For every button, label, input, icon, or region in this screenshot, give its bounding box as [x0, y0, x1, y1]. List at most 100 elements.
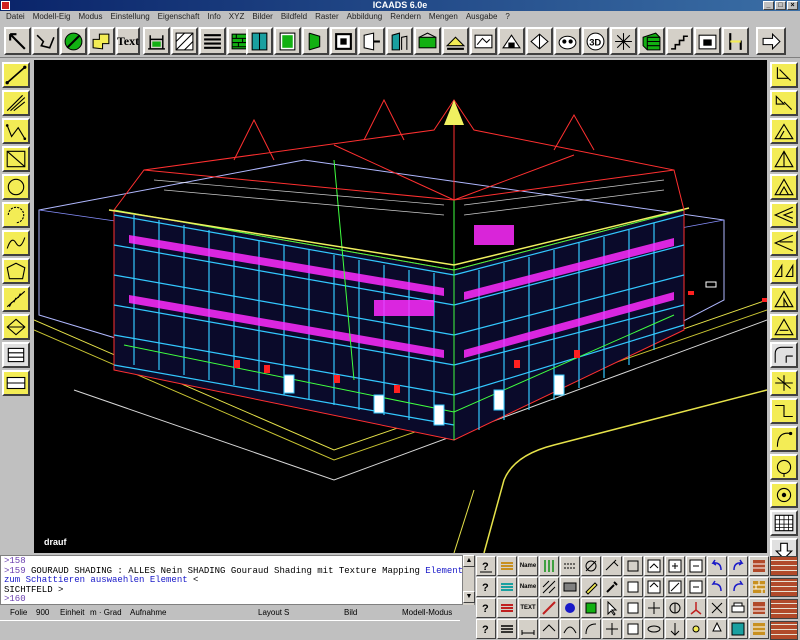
curve-button[interactable]: [560, 619, 580, 639]
help-button[interactable]: ?: [476, 556, 496, 576]
pointer-tool-button[interactable]: [4, 27, 31, 55]
brick-swatch[interactable]: [770, 620, 798, 640]
fillet-tool-button[interactable]: [770, 342, 798, 368]
help-4-button[interactable]: ?: [476, 619, 496, 639]
pattern-2-button[interactable]: [539, 577, 559, 597]
view-2-button[interactable]: [623, 577, 643, 597]
walk-button[interactable]: [665, 619, 685, 639]
next-toolbar-button[interactable]: [756, 27, 786, 55]
menu-help[interactable]: ?: [501, 11, 513, 23]
console-scrollbar[interactable]: ▲ ▼: [462, 555, 475, 605]
tool-2-button[interactable]: [602, 577, 622, 597]
window-tool-button[interactable]: [274, 27, 301, 55]
menu-xyz[interactable]: XYZ: [225, 11, 249, 23]
menu-eigenschaft[interactable]: Eigenschaft: [154, 11, 204, 23]
axis-button[interactable]: [686, 598, 706, 618]
move-view-button[interactable]: [644, 598, 664, 618]
scroll-up-arrow-icon[interactable]: ▲: [463, 555, 475, 567]
break-tool-button[interactable]: [770, 398, 798, 424]
name-button[interactable]: Name: [518, 556, 538, 576]
array-tool-button[interactable]: [770, 258, 798, 284]
command-console[interactable]: >158 >159 GOURAUD SHADING : ALLES Nein S…: [0, 555, 475, 605]
3d-view-button[interactable]: 3D: [582, 27, 609, 55]
tool-3-button[interactable]: [602, 598, 622, 618]
text-tool-small-button[interactable]: TEXT: [518, 598, 538, 618]
grid-view-button[interactable]: [770, 510, 798, 536]
minimize-button[interactable]: _: [763, 1, 774, 10]
dimension-tool-button[interactable]: [143, 27, 170, 55]
menu-modell-eig[interactable]: Modell-Eig: [29, 11, 75, 23]
camera-view-button[interactable]: [665, 598, 685, 618]
menu-bilder[interactable]: Bilder: [248, 11, 276, 23]
coordinate-button[interactable]: [707, 598, 727, 618]
multiline-tool-button[interactable]: [2, 90, 30, 116]
layer-button[interactable]: [497, 556, 517, 576]
spline-tool-button[interactable]: [2, 230, 30, 256]
polyline-tool-button[interactable]: [88, 27, 115, 55]
grid-palette-button[interactable]: [2, 342, 30, 368]
floor-tool-button[interactable]: [414, 27, 441, 55]
maximize-button[interactable]: □: [775, 1, 786, 10]
tool-4-button[interactable]: [581, 619, 601, 639]
line-tool-palette-button[interactable]: [2, 62, 30, 88]
stairs-tool-button[interactable]: [199, 27, 226, 55]
section-tool-button[interactable]: [694, 27, 721, 55]
move-tool-button[interactable]: [770, 90, 798, 116]
menu-mengen[interactable]: Mengen: [425, 11, 462, 23]
zoom-prev-button[interactable]: [686, 577, 706, 597]
text-style-button[interactable]: [497, 598, 517, 618]
brick-swatch[interactable]: [770, 577, 798, 597]
trim-tool-button[interactable]: [770, 286, 798, 312]
render-button[interactable]: [728, 619, 748, 639]
orbit-button[interactable]: [644, 619, 664, 639]
menu-raster[interactable]: Raster: [311, 11, 343, 23]
close-button[interactable]: ×: [787, 1, 798, 10]
layer-2-button[interactable]: [497, 577, 517, 597]
menu-info[interactable]: Info: [203, 11, 224, 23]
light-button[interactable]: [707, 619, 727, 639]
rectangle-tool-button[interactable]: [2, 146, 30, 172]
menu-einstellung[interactable]: Einstellung: [107, 11, 154, 23]
redo-button[interactable]: [728, 556, 748, 576]
polygon-tool-button[interactable]: [2, 258, 30, 284]
polyline-palette-button[interactable]: [2, 118, 30, 144]
help-2-button[interactable]: ?: [476, 577, 496, 597]
offset-tool-button[interactable]: [770, 174, 798, 200]
chamfer-tool-button[interactable]: [770, 370, 798, 396]
pen-button[interactable]: [581, 577, 601, 597]
line-tool-button[interactable]: [32, 27, 59, 55]
scroll-down-arrow-icon[interactable]: ▼: [463, 591, 475, 603]
landscape-tool-button[interactable]: [498, 27, 525, 55]
opening-tool-button[interactable]: [302, 27, 329, 55]
fill-button[interactable]: [560, 577, 580, 597]
menu-rendern[interactable]: Rendern: [386, 11, 425, 23]
arc-tool-button[interactable]: [2, 202, 30, 228]
menu-modus[interactable]: Modus: [74, 11, 106, 23]
stair-3d-button[interactable]: [666, 27, 693, 55]
texture-button[interactable]: [749, 577, 769, 597]
redo-2-button[interactable]: [728, 577, 748, 597]
diamond-tool-button[interactable]: [2, 314, 30, 340]
chair-tool-button[interactable]: [722, 27, 749, 55]
join-tool-button[interactable]: [770, 426, 798, 452]
wall-texture-button[interactable]: [749, 598, 769, 618]
brick-swatch[interactable]: [770, 599, 798, 619]
frame-tool-button[interactable]: [2, 370, 30, 396]
extend-tool-button[interactable]: [770, 314, 798, 340]
einheit-value[interactable]: m · Grad: [90, 605, 122, 620]
circle-tool-button[interactable]: [60, 27, 87, 55]
mirror-tool-button[interactable]: [770, 146, 798, 172]
pattern-3-button[interactable]: [539, 598, 559, 618]
hatch-tool-button[interactable]: [171, 27, 198, 55]
stretch-tool-button[interactable]: [770, 230, 798, 256]
door-tool-button[interactable]: [246, 27, 273, 55]
select-box-button[interactable]: [623, 556, 643, 576]
bild-status[interactable]: Bild: [344, 605, 357, 620]
name-2-button[interactable]: Name: [518, 577, 538, 597]
perspective-tool-button[interactable]: [526, 27, 553, 55]
undo-2-button[interactable]: [707, 577, 727, 597]
erase-tool-button[interactable]: [770, 454, 798, 480]
undo-tool-button[interactable]: [770, 482, 798, 508]
undo-button[interactable]: [707, 556, 727, 576]
stair-tool-button[interactable]: [2, 286, 30, 312]
